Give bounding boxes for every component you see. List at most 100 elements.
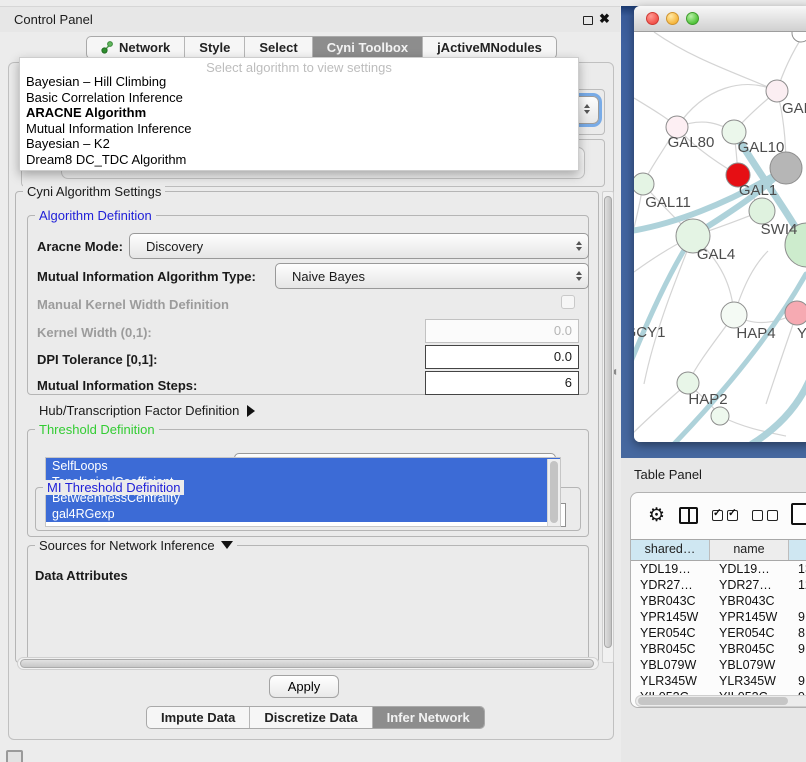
dropdown-item[interactable]: Bayesian – K2	[20, 136, 578, 152]
algorithm-dropdown-list: Select algorithm to view settings Bayesi…	[19, 57, 579, 171]
table-row[interactable]: YER054CYER054C8.	[631, 625, 806, 641]
tab-label: Discretize Data	[264, 710, 357, 725]
tab-label: Style	[199, 40, 230, 55]
table-row[interactable]: YBR043CYBR043C	[631, 593, 806, 609]
node-label: GAL11	[645, 194, 691, 211]
network-node[interactable]	[711, 407, 729, 425]
deselect-all-checkboxes-icon[interactable]	[752, 510, 778, 521]
tab-infer-network[interactable]: Infer Network	[373, 707, 484, 728]
table-row[interactable]: YDR27…YDR27…12	[631, 577, 806, 593]
node-label: GAL4	[697, 246, 735, 263]
split-columns-icon[interactable]	[679, 507, 698, 524]
table-cell: YDR27…	[631, 577, 710, 593]
table-cell: YDL19…	[631, 561, 710, 577]
mi-threshold-definition-title: MI Threshold Definition	[43, 480, 184, 495]
panel-title: Control Panel	[14, 12, 93, 27]
table-panel: Table Panel ⚙ shared…nameA YDL19…YDL19…1…	[621, 458, 806, 762]
node-label: HAP2	[688, 391, 727, 408]
table-cell: 9.	[789, 609, 806, 625]
dropdown-item[interactable]: Bayesian – Hill Climbing	[20, 74, 578, 90]
table-cell: YDR27…	[710, 577, 789, 593]
tab-label: Network	[119, 40, 170, 55]
close-traffic-light-icon[interactable]	[646, 12, 659, 25]
network-nodes[interactable]: GALGAL80GAL10GAL1GAL11SWI4GAL4GCY1HAP4YH…	[634, 32, 806, 425]
table-header-row: shared…nameA	[631, 539, 806, 561]
cyni-bottom-tabs: Impute Data Discretize Data Infer Networ…	[146, 706, 485, 729]
network-node-gal11[interactable]	[634, 173, 654, 195]
scrollbar-thumb[interactable]	[20, 659, 594, 668]
control-panel-titlebar: Control Panel ✖	[0, 6, 620, 32]
node-table-container: ⚙ shared…nameA YDL19…YDL19…13YDR27…YDR27…	[630, 492, 806, 708]
node-label: GCY1	[634, 324, 665, 341]
tab-label: Cyni Toolbox	[327, 40, 408, 55]
table-cell: YBR043C	[631, 593, 710, 609]
column-header[interactable]: shared…	[631, 540, 710, 560]
table-row[interactable]: YBR045CYBR045C9.	[631, 641, 806, 657]
table-toolbar: ⚙	[631, 493, 806, 537]
table-cell: YLR345W	[631, 673, 710, 689]
table-cell: YBR045C	[631, 641, 710, 657]
column-header[interactable]: name	[710, 540, 789, 560]
table-cell	[789, 593, 806, 609]
settings-vertical-scrollbar[interactable]	[602, 191, 614, 663]
network-node[interactable]	[770, 152, 802, 184]
table-row[interactable]: YBL079WYBL079W	[631, 657, 806, 673]
select-all-checkboxes-icon[interactable]	[712, 510, 738, 521]
gear-icon[interactable]: ⚙	[648, 506, 665, 525]
tab-label: Select	[259, 40, 297, 55]
dropdown-item[interactable]: Dream8 DC_TDC Algorithm	[20, 152, 578, 168]
dropdown-item[interactable]: Mutual Information Inference	[20, 121, 578, 137]
dropdown-prompt: Select algorithm to view settings	[20, 58, 578, 74]
network-node[interactable]	[792, 32, 806, 42]
sources-title[interactable]: Sources for Network Inference	[35, 538, 237, 553]
table-rows: YDL19…YDL19…13YDR27…YDR27…12YBR043CYBR04…	[631, 561, 806, 705]
expanded-arrow-icon	[221, 541, 233, 549]
tab-label: jActiveMNodules	[437, 40, 542, 55]
sources-title-label: Sources for Network Inference	[39, 538, 215, 553]
tab-network[interactable]: Network	[87, 37, 185, 58]
network-view-window: GALGAL80GAL10GAL1GAL11SWI4GAL4GCY1HAP4YH…	[634, 6, 806, 442]
minimize-traffic-light-icon[interactable]	[666, 12, 679, 25]
tab-discretize-data[interactable]: Discretize Data	[250, 707, 372, 728]
table-cell: YBR043C	[710, 593, 789, 609]
table-cell: 12	[789, 577, 806, 593]
tab-label: Infer Network	[387, 710, 470, 725]
control-panel-tabs: Network Style Select Cyni Toolbox jActiv…	[86, 36, 557, 59]
table-cell: YPR145W	[631, 609, 710, 625]
dropdown-item[interactable]: Basic Correlation Inference	[20, 90, 578, 106]
float-window-icon[interactable]	[583, 16, 593, 25]
node-label: HAP4	[736, 325, 775, 342]
table-cell: YBR045C	[710, 641, 789, 657]
dock-icon[interactable]	[6, 750, 23, 762]
table-cell: 9.	[789, 641, 806, 657]
table-cell: YBL079W	[631, 657, 710, 673]
scrollbar-thumb[interactable]	[638, 697, 788, 705]
table-cell: 8.	[789, 625, 806, 641]
dropdown-item[interactable]: ARACNE Algorithm	[20, 105, 578, 121]
apply-button[interactable]: Apply	[269, 675, 339, 698]
zoom-traffic-light-icon[interactable]	[686, 12, 699, 25]
network-node-y[interactable]	[785, 301, 806, 325]
network-canvas[interactable]: GALGAL80GAL10GAL1GAL11SWI4GAL4GCY1HAP4YH…	[634, 32, 806, 442]
tab-impute-data[interactable]: Impute Data	[147, 707, 250, 728]
tab-jactivemnodules[interactable]: jActiveMNodules	[423, 37, 556, 58]
close-icon[interactable]: ✖	[599, 11, 610, 27]
network-window-titlebar[interactable]	[634, 6, 806, 32]
dropdown-items: Bayesian – Hill ClimbingBasic Correlatio…	[20, 74, 578, 167]
network-node-gal[interactable]	[766, 80, 788, 102]
table-row[interactable]: YDL19…YDL19…13	[631, 561, 806, 577]
table-cell: 9.	[789, 673, 806, 689]
tab-cyni-toolbox[interactable]: Cyni Toolbox	[313, 37, 423, 58]
settings-horizontal-scrollbar[interactable]	[17, 657, 599, 670]
table-row[interactable]: YLR345WYLR345W9.	[631, 673, 806, 689]
node-label: GAL	[782, 100, 806, 117]
export-table-icon[interactable]	[791, 503, 806, 525]
scrollbar-thumb[interactable]	[604, 196, 612, 648]
node-table: shared…nameA YDL19…YDL19…13YDR27…YDR27…1…	[631, 539, 806, 705]
screen: Control Panel ✖ Network Style Select Cyn…	[0, 0, 806, 762]
tab-select[interactable]: Select	[245, 37, 312, 58]
tab-style[interactable]: Style	[185, 37, 245, 58]
table-horizontal-scrollbar[interactable]	[635, 695, 806, 707]
table-row[interactable]: YPR145WYPR145W9.	[631, 609, 806, 625]
column-header[interactable]: A	[789, 540, 806, 560]
